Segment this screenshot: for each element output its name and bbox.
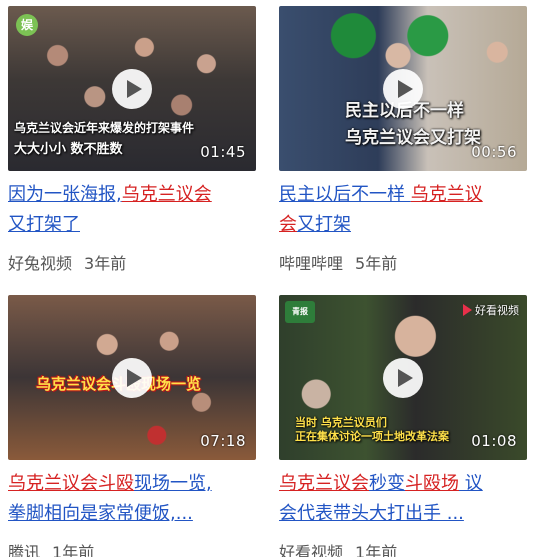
play-icon[interactable] bbox=[383, 357, 423, 398]
thumbnail-caption: 乌克兰议会近年来爆发的打架事件 bbox=[14, 121, 195, 135]
play-icon[interactable] bbox=[112, 68, 152, 109]
title-highlight: 乌克兰议 bbox=[410, 184, 483, 205]
video-thumbnail[interactable]: 民主以后不一样 乌克兰议会又打架 00:56 bbox=[279, 6, 527, 171]
thumbnail-caption: 正在集体讨论一项土地改革法案 bbox=[295, 430, 449, 443]
video-date: 3年前 bbox=[84, 254, 127, 273]
video-title-link[interactable]: 民主以后不一样 乌克兰议会又打架 bbox=[279, 180, 527, 240]
brand-name: 好看视频 bbox=[475, 304, 519, 317]
play-icon[interactable] bbox=[112, 357, 152, 398]
brand-watermark: 好看视频 bbox=[463, 302, 519, 318]
video-meta: 好看视频 1年前 bbox=[279, 539, 527, 557]
title-text: 又打架 bbox=[297, 214, 351, 235]
title-highlight: 会 bbox=[279, 214, 297, 235]
title-text: 现场一览, bbox=[134, 473, 212, 494]
video-thumbnail[interactable]: 青报 好看视频 当时 乌克兰议员们 正在集体讨论一项土地改革法案 01:08 bbox=[279, 295, 527, 460]
title-text: 又打架了 bbox=[8, 214, 80, 235]
thumbnail-caption: 乌克兰议会又打架 bbox=[345, 128, 481, 148]
video-card[interactable]: 民主以后不一样 乌克兰议会又打架 00:56 民主以后不一样 乌克兰议 会又打架 … bbox=[279, 6, 527, 274]
video-date: 5年前 bbox=[355, 254, 398, 273]
video-source: 腾讯 bbox=[8, 543, 41, 557]
title-text: 拳脚相向是家常便饭,... bbox=[8, 503, 193, 524]
channel-badge: 娱 bbox=[16, 14, 38, 36]
video-meta: 哔哩哔哩 5年前 bbox=[279, 250, 527, 274]
play-logo-icon bbox=[463, 304, 472, 316]
video-duration: 01:45 bbox=[200, 143, 246, 161]
video-title-link[interactable]: 因为一张海报,乌克兰议会又打架了 bbox=[8, 180, 256, 240]
title-text: 因为一张海报, bbox=[8, 184, 122, 205]
video-card[interactable]: 娱 乌克兰议会近年来爆发的打架事件 大大小小 数不胜数 01:45 因为一张海报… bbox=[8, 6, 256, 274]
video-meta: 好兔视频 3年前 bbox=[8, 250, 256, 274]
title-highlight: 乌克兰议会 bbox=[279, 473, 369, 494]
title-text: 民主以后不一样 bbox=[279, 184, 411, 205]
video-date: 1年前 bbox=[52, 543, 95, 557]
video-thumbnail[interactable]: 乌克兰议会斗殴现场一览 07:18 bbox=[8, 295, 256, 460]
thumbnail-caption: 大大小小 数不胜数 bbox=[14, 142, 123, 157]
title-highlight: 斗殴场 bbox=[405, 473, 459, 494]
title-highlight: 乌克兰议会 bbox=[121, 184, 212, 205]
video-duration: 01:08 bbox=[471, 432, 517, 450]
video-card[interactable]: 乌克兰议会斗殴现场一览 07:18 乌克兰议会斗殴现场一览, 拳脚相向是家常便饭,… bbox=[8, 295, 256, 557]
video-duration: 00:56 bbox=[471, 143, 517, 161]
video-source: 哔哩哔哩 bbox=[279, 254, 344, 273]
title-text: 会代表带头大打出手 ... bbox=[279, 503, 464, 524]
video-date: 1年前 bbox=[355, 543, 398, 557]
video-source: 好兔视频 bbox=[8, 254, 73, 273]
video-source: 好看视频 bbox=[279, 543, 344, 557]
title-highlight: 乌克兰议会斗殴 bbox=[8, 473, 134, 494]
video-duration: 07:18 bbox=[200, 432, 246, 450]
video-thumbnail[interactable]: 娱 乌克兰议会近年来爆发的打架事件 大大小小 数不胜数 01:45 bbox=[8, 6, 256, 171]
video-card[interactable]: 青报 好看视频 当时 乌克兰议员们 正在集体讨论一项土地改革法案 01:08 乌… bbox=[279, 295, 527, 557]
video-meta: 腾讯 1年前 bbox=[8, 539, 256, 557]
title-text: 议 bbox=[459, 473, 483, 494]
video-title-link[interactable]: 乌克兰议会斗殴现场一览, 拳脚相向是家常便饭,... bbox=[8, 469, 256, 529]
video-title-link[interactable]: 乌克兰议会秒变斗殴场 议会代表带头大打出手 ... bbox=[279, 469, 527, 529]
channel-badge: 青报 bbox=[285, 301, 315, 323]
play-icon[interactable] bbox=[383, 68, 423, 109]
title-text: 秒变 bbox=[369, 473, 405, 494]
